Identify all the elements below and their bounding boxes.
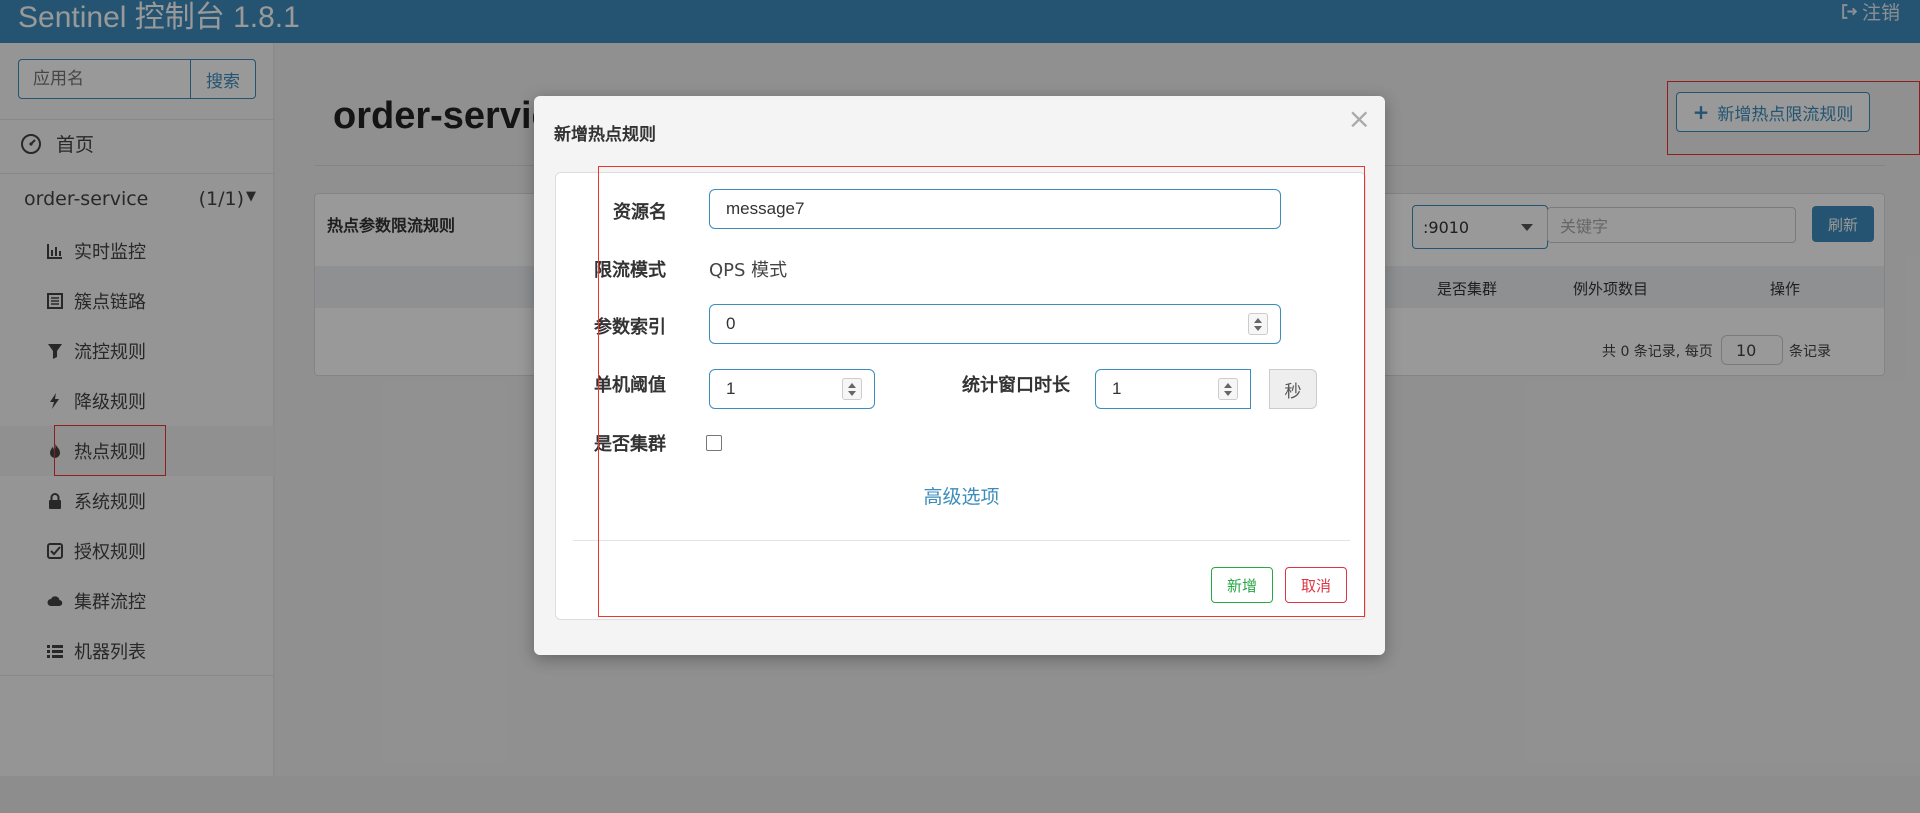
highlight-box (598, 166, 1365, 617)
dialog-title: 新增热点规则 (554, 125, 656, 145)
add-hotspot-rule-dialog: 新增热点规则 × 资源名 message7 限流模式 QPS 模式 参数索引 0… (534, 96, 1385, 655)
close-icon[interactable]: × (1348, 102, 1371, 135)
